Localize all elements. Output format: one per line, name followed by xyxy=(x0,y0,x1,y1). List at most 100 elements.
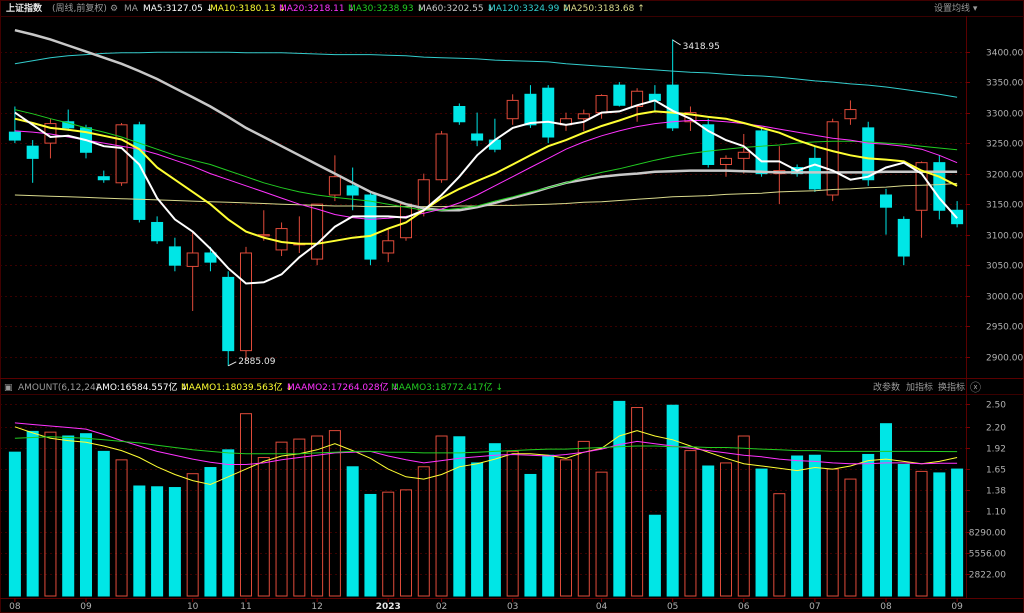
volume-bar[interactable] xyxy=(293,438,306,597)
volume-tick-label: 8290.00 xyxy=(969,529,1006,539)
volume-bar[interactable] xyxy=(488,443,501,597)
volume-bar[interactable] xyxy=(239,413,253,597)
candle-body[interactable] xyxy=(239,252,253,352)
volume-bar[interactable] xyxy=(115,459,128,597)
volume-bar[interactable] xyxy=(897,463,910,597)
volume-bar[interactable] xyxy=(862,453,875,597)
candle-body[interactable] xyxy=(222,276,235,352)
candle-body[interactable] xyxy=(115,124,128,184)
candle-body[interactable] xyxy=(311,203,324,260)
volume-bar[interactable] xyxy=(346,466,359,597)
candle-body[interactable] xyxy=(524,93,537,126)
volume-bar[interactable] xyxy=(62,435,75,597)
candle-body[interactable] xyxy=(328,176,341,196)
volume-bar[interactable] xyxy=(26,430,39,597)
candle-body[interactable] xyxy=(382,240,395,254)
volume-bar[interactable] xyxy=(399,489,413,597)
volume-bar[interactable] xyxy=(933,472,946,597)
close-icon[interactable]: ⓧ xyxy=(970,382,981,394)
candle-body[interactable] xyxy=(346,185,359,196)
volume-bar[interactable] xyxy=(737,435,750,597)
collapse-icon[interactable]: ▣ xyxy=(4,382,13,394)
add-indicator-button[interactable]: 加指标 xyxy=(906,382,933,394)
candle-body[interactable] xyxy=(453,106,466,123)
volume-bar[interactable] xyxy=(382,491,395,597)
volume-bar[interactable] xyxy=(879,423,893,597)
candle-body[interactable] xyxy=(737,151,750,159)
set-ma-label: 设置均线 xyxy=(934,4,971,14)
volume-indicator-name[interactable]: AMOUNT(6,12,24) xyxy=(18,382,99,394)
caret-down-icon: ▾ xyxy=(972,4,978,14)
volume-bar[interactable] xyxy=(755,468,768,597)
candle-body[interactable] xyxy=(275,228,288,251)
candle-body[interactable] xyxy=(435,133,448,181)
candle-body[interactable] xyxy=(879,194,893,208)
gear-icon[interactable]: ⚙ xyxy=(110,3,118,15)
candle-body[interactable] xyxy=(542,87,555,138)
price-tick-label: 2900.00 xyxy=(986,354,1023,364)
volume-bar[interactable] xyxy=(719,462,733,597)
volume-bar[interactable] xyxy=(559,459,573,597)
volume-bar[interactable] xyxy=(613,400,626,597)
time-tick-label: 09 xyxy=(80,602,92,612)
volume-bar[interactable] xyxy=(133,485,146,597)
candle-body[interactable] xyxy=(26,145,39,159)
volume-bar[interactable] xyxy=(631,407,644,597)
indicator-name[interactable]: MA xyxy=(124,3,138,15)
set-ma-button[interactable]: 设置均线 ▾ xyxy=(934,3,977,15)
candle-body[interactable] xyxy=(186,252,199,267)
amo-value: MAAMO1:18039.563亿 xyxy=(181,383,283,393)
volume-bar[interactable] xyxy=(808,454,821,597)
volume-bar[interactable] xyxy=(222,449,235,597)
candle-body[interactable] xyxy=(97,176,110,181)
amo-item: MAAMO3:18772.417亿 ↓ xyxy=(391,382,503,394)
volume-bar[interactable] xyxy=(577,440,590,597)
candle-body[interactable] xyxy=(595,95,608,114)
volume-bar[interactable] xyxy=(417,466,430,597)
volume-bar[interactable] xyxy=(275,441,288,597)
volume-bar[interactable] xyxy=(44,431,57,597)
switch-indicator-button[interactable]: 换指标 xyxy=(938,382,965,394)
candle-body[interactable] xyxy=(151,221,164,242)
candle-body[interactable] xyxy=(471,133,484,141)
volume-bar[interactable] xyxy=(773,493,786,597)
volume-bar[interactable] xyxy=(702,465,715,597)
candle-body[interactable] xyxy=(506,99,519,120)
volume-bar[interactable] xyxy=(328,430,341,597)
volume-bar[interactable] xyxy=(542,454,555,597)
candle-body[interactable] xyxy=(897,218,910,257)
candle-body[interactable] xyxy=(613,84,626,106)
kline-chart[interactable]: 3400.00 3350.00 3300.00 3250.00 3200.00 3150.… xyxy=(0,0,1024,613)
volume-bar[interactable] xyxy=(311,435,324,597)
candle-body[interactable] xyxy=(364,194,377,260)
modify-params-button[interactable]: 改参数 xyxy=(873,382,900,394)
volume-bar[interactable] xyxy=(97,450,110,597)
volume-bar[interactable] xyxy=(524,473,537,597)
volume-bar[interactable] xyxy=(257,457,270,597)
candle-body[interactable] xyxy=(719,157,733,165)
volume-bar[interactable] xyxy=(204,467,217,597)
chart-mode[interactable]: (周线,前复权) xyxy=(52,3,107,15)
volume-bar[interactable] xyxy=(471,462,484,597)
candle-body[interactable] xyxy=(417,179,430,211)
volume-bar[interactable] xyxy=(364,493,377,597)
candle-body[interactable] xyxy=(577,113,590,120)
volume-bar[interactable] xyxy=(453,436,466,597)
time-tick-label: 12 xyxy=(311,602,322,612)
volume-bar[interactable] xyxy=(648,514,661,597)
candle-body[interactable] xyxy=(844,109,857,120)
volume-bar[interactable] xyxy=(151,486,164,597)
volume-bar[interactable] xyxy=(791,455,804,597)
time-tick-label: 2023 xyxy=(376,602,401,612)
volume-bar[interactable] xyxy=(79,433,93,597)
candle-body[interactable] xyxy=(826,121,839,196)
candle-body[interactable] xyxy=(755,130,768,175)
volume-bar[interactable] xyxy=(8,451,21,597)
candle-body[interactable] xyxy=(8,131,21,141)
volume-bar[interactable] xyxy=(951,468,964,597)
candle-body[interactable] xyxy=(168,246,181,266)
volume-bar[interactable] xyxy=(844,478,857,597)
volume-bar[interactable] xyxy=(186,473,199,597)
volume-bar[interactable] xyxy=(168,487,181,597)
volume-bar[interactable] xyxy=(666,404,679,597)
